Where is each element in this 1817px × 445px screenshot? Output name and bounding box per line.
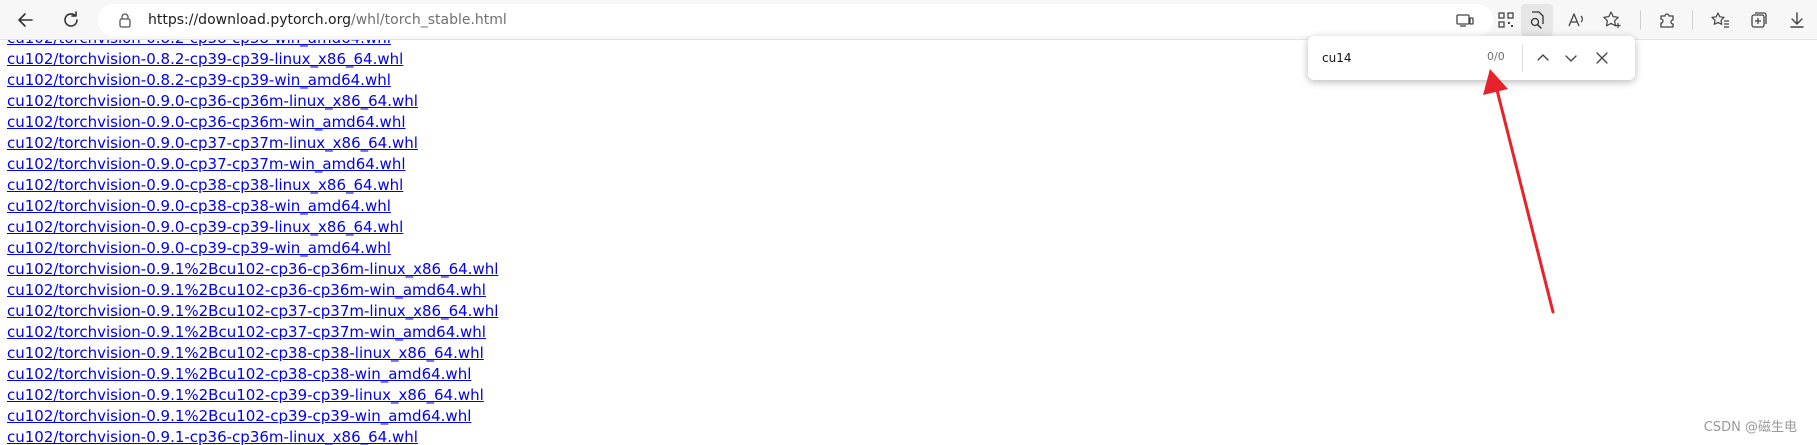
find-separator [1522, 44, 1523, 72]
list-item: cu102/torchvision-0.9.0-cp36-cp36m-win_a… [7, 111, 498, 132]
find-bar: 0/0 [1308, 36, 1635, 80]
address-bar[interactable]: https://download.pytorch.org/whl/torch_s… [98, 4, 1514, 36]
list-item: cu102/torchvision-0.9.1%2Bcu102-cp38-cp3… [7, 342, 498, 363]
wheel-link[interactable]: cu102/torchvision-0.9.0-cp39-cp39-win_am… [7, 239, 391, 257]
wheel-link[interactable]: cu102/torchvision-0.9.1%2Bcu102-cp37-cp3… [7, 302, 498, 320]
list-item: cu102/torchvision-0.8.2-cp39-cp39-win_am… [7, 69, 498, 90]
wheel-link[interactable]: cu102/torchvision-0.8.2-cp39-cp39-linux_… [7, 50, 403, 68]
list-item: cu102/torchvision-0.9.0-cp39-cp39-linux_… [7, 216, 498, 237]
list-item: cu102/torchvision-0.9.1%2Bcu102-cp37-cp3… [7, 321, 498, 342]
chevron-up-icon [1537, 54, 1549, 61]
collections-button[interactable] [1743, 4, 1775, 36]
qr-code-icon[interactable] [1496, 10, 1516, 30]
url-text[interactable]: https://download.pytorch.org/whl/torch_s… [148, 10, 507, 30]
wheel-link[interactable]: cu102/torchvision-0.9.1-cp36-cp36m-linux… [7, 428, 418, 445]
add-favorite-button[interactable] [1596, 4, 1628, 36]
wheel-link[interactable]: cu102/torchvision-0.9.1%2Bcu102-cp37-cp3… [7, 323, 486, 341]
list-item: cu102/torchvision-0.9.1%2Bcu102-cp36-cp3… [7, 279, 498, 300]
wheel-link[interactable]: cu102/torchvision-0.9.0-cp38-cp38-win_am… [7, 197, 391, 215]
find-next-button[interactable] [1561, 48, 1581, 68]
favorites-icon [1711, 12, 1729, 28]
page-content: cu102/torchvision-0.8.2-cp38-cp38-win_am… [0, 40, 1817, 445]
find-previous-button[interactable] [1533, 48, 1553, 68]
read-aloud-button[interactable] [1560, 4, 1592, 36]
wheel-link[interactable]: cu102/torchvision-0.9.0-cp37-cp37m-linux… [7, 134, 418, 152]
extensions-button[interactable] [1651, 4, 1683, 36]
list-item: cu102/torchvision-0.8.2-cp39-cp39-linux_… [7, 48, 498, 69]
url-path: /whl/torch_stable.html [351, 12, 507, 28]
wheel-link[interactable]: cu102/torchvision-0.9.1%2Bcu102-cp38-cp3… [7, 344, 484, 362]
wheel-link[interactable]: cu102/torchvision-0.9.1%2Bcu102-cp36-cp3… [7, 281, 486, 299]
list-item: cu102/torchvision-0.9.0-cp37-cp37m-win_a… [7, 153, 498, 174]
find-on-page-button[interactable] [1521, 4, 1553, 36]
wheel-link[interactable]: cu102/torchvision-0.9.0-cp36-cp36m-linux… [7, 92, 418, 110]
downloads-button[interactable] [1781, 4, 1813, 36]
url-host: https://download.pytorch.org [148, 12, 351, 28]
download-icon [1790, 12, 1804, 28]
list-item: cu102/torchvision-0.9.1%2Bcu102-cp36-cp3… [7, 258, 498, 279]
list-item: cu102/torchvision-0.9.1%2Bcu102-cp38-cp3… [7, 363, 498, 384]
wheel-link[interactable]: cu102/torchvision-0.8.2-cp39-cp39-win_am… [7, 71, 391, 89]
star-add-icon [1603, 11, 1621, 28]
list-item: cu102/torchvision-0.9.1%2Bcu102-cp39-cp3… [7, 384, 498, 405]
wheel-link[interactable]: cu102/torchvision-0.9.1%2Bcu102-cp38-cp3… [7, 365, 471, 383]
watermark: CSDN @磁生电 [1703, 420, 1797, 435]
list-item: cu102/torchvision-0.9.0-cp38-cp38-linux_… [7, 174, 498, 195]
wheel-link[interactable]: cu102/torchvision-0.9.0-cp39-cp39-linux_… [7, 218, 403, 236]
list-item: cu102/torchvision-0.9.1%2Bcu102-cp37-cp3… [7, 300, 498, 321]
list-item: cu102/torchvision-0.9.0-cp37-cp37m-linux… [7, 132, 498, 153]
find-result-count: 0/0 [1487, 50, 1505, 63]
browser-toolbar: https://download.pytorch.org/whl/torch_s… [0, 0, 1817, 40]
list-item: cu102/torchvision-0.9.0-cp38-cp38-win_am… [7, 195, 498, 216]
lock-icon [119, 13, 131, 28]
wheel-link[interactable]: cu102/torchvision-0.9.1%2Bcu102-cp39-cp3… [7, 386, 484, 404]
favorites-button[interactable] [1704, 4, 1736, 36]
chevron-down-icon [1565, 55, 1577, 62]
find-close-button[interactable] [1592, 48, 1612, 68]
wheel-link[interactable]: cu102/torchvision-0.8.2-cp38-cp38-win_am… [7, 40, 391, 47]
refresh-icon [64, 11, 78, 27]
arrow-left-icon [18, 13, 33, 27]
collections-icon [1751, 12, 1767, 28]
wheel-link[interactable]: cu102/torchvision-0.9.1%2Bcu102-cp39-cp3… [7, 407, 471, 425]
list-item: cu102/torchvision-0.8.2-cp38-cp38-win_am… [7, 40, 498, 48]
wheel-link-list: cu102/torchvision-0.8.2-cp38-cp38-win_am… [7, 40, 498, 445]
toolbar-separator [1692, 10, 1693, 30]
wheel-link[interactable]: cu102/torchvision-0.9.0-cp37-cp37m-win_a… [7, 155, 406, 173]
wheel-link[interactable]: cu102/torchvision-0.9.0-cp36-cp36m-win_a… [7, 113, 406, 131]
puzzle-icon [1660, 13, 1674, 28]
list-item: cu102/torchvision-0.9.0-cp36-cp36m-linux… [7, 90, 498, 111]
find-page-icon [1530, 11, 1544, 29]
back-button[interactable] [10, 4, 42, 36]
wheel-link[interactable]: cu102/torchvision-0.9.1%2Bcu102-cp36-cp3… [7, 260, 498, 278]
list-item: cu102/torchvision-0.9.0-cp39-cp39-win_am… [7, 237, 498, 258]
wheel-link[interactable]: cu102/torchvision-0.9.0-cp38-cp38-linux_… [7, 176, 403, 194]
list-item: cu102/torchvision-0.9.1-cp36-cp36m-linux… [7, 426, 498, 445]
list-item: cu102/torchvision-0.9.1%2Bcu102-cp39-cp3… [7, 405, 498, 426]
toolbar-separator [1640, 10, 1641, 30]
read-aloud-icon [1568, 13, 1583, 27]
refresh-button[interactable] [55, 4, 87, 36]
app-available-icon[interactable] [1455, 10, 1475, 30]
close-icon [1596, 52, 1608, 64]
